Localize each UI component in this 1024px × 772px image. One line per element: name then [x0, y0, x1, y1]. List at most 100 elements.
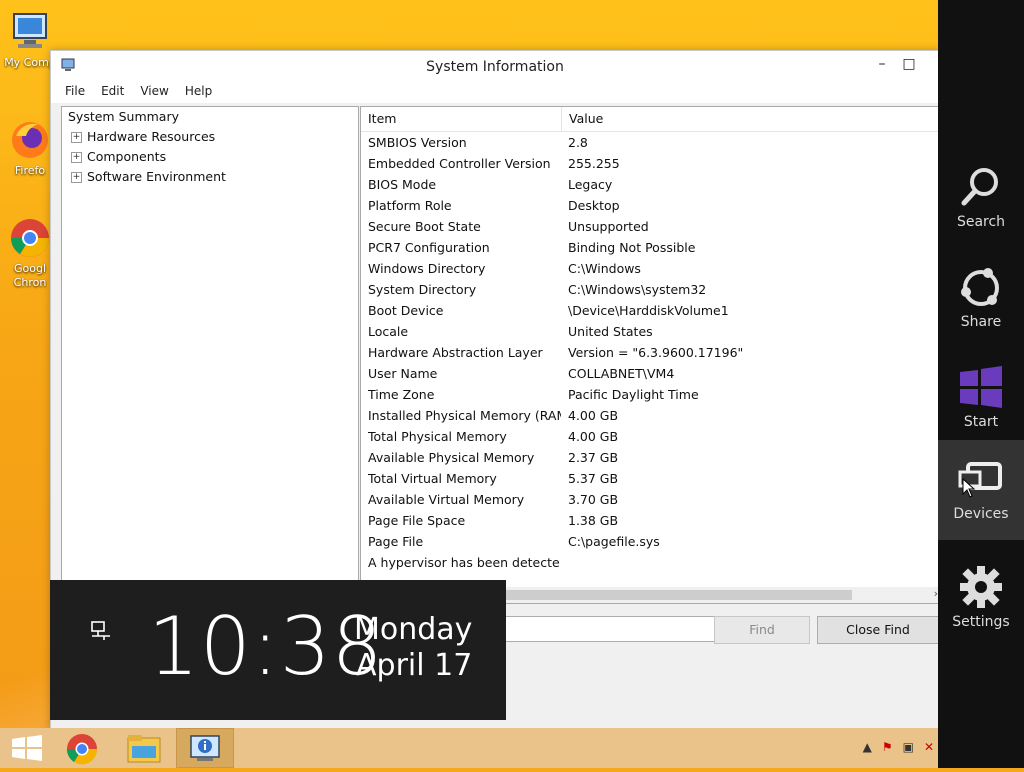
network-tray-icon[interactable]: ▣ — [903, 740, 914, 754]
start-button[interactable] — [0, 728, 56, 768]
find-button[interactable]: Find — [714, 616, 810, 644]
row-item: BIOS Mode — [368, 177, 437, 192]
menu-view[interactable]: View — [132, 81, 176, 103]
row-item: Embedded Controller Version — [368, 156, 551, 171]
show-hidden-icons-icon[interactable]: ▲ — [863, 740, 872, 754]
table-row[interactable]: Installed Physical Memory (RAM) 4.00 GB — [361, 405, 939, 426]
volume-muted-icon[interactable]: ✕ — [924, 740, 934, 754]
list-rows: SMBIOS Version 2.8 Embedded Controller Ver… — [361, 132, 939, 573]
table-row[interactable]: Available Virtual Memory 3.70 GB — [361, 489, 939, 510]
search-icon — [961, 168, 998, 206]
row-item: User Name — [368, 366, 438, 381]
table-row[interactable]: System Directory C:\Windows\system32 — [361, 279, 939, 300]
clock-date: April 17 — [356, 648, 473, 683]
charm-settings[interactable]: Settings — [938, 550, 1024, 650]
row-item: Installed Physical Memory (RAM) — [368, 408, 561, 423]
table-row[interactable]: Locale United States — [361, 321, 939, 342]
expand-icon[interactable]: + — [71, 172, 82, 183]
table-row[interactable]: A hypervisor has been detecte... — [361, 552, 939, 573]
row-value: United States — [568, 324, 653, 339]
table-row[interactable]: Page File Space 1.38 GB — [361, 510, 939, 531]
charm-devices[interactable]: Devices — [938, 440, 1024, 540]
action-center-flag-icon[interactable]: ⚑ — [882, 740, 893, 754]
table-row[interactable]: SMBIOS Version 2.8 — [361, 132, 939, 153]
menu-bar: File Edit View Help — [51, 81, 939, 103]
menu-help[interactable]: Help — [177, 81, 220, 103]
row-item: Windows Directory — [368, 261, 486, 276]
table-row[interactable]: Embedded Controller Version 255.255 — [361, 153, 939, 174]
table-row[interactable]: BIOS Mode Legacy — [361, 174, 939, 195]
row-item: Boot Device — [368, 303, 444, 318]
row-value: Pacific Daylight Time — [568, 387, 699, 402]
charm-share[interactable]: Share — [938, 250, 1024, 350]
row-value: C:\Windows\system32 — [568, 282, 707, 297]
computer-icon — [8, 10, 52, 54]
mouse-cursor-icon — [962, 477, 976, 501]
row-item: Total Physical Memory — [368, 429, 507, 444]
row-value: 255.255 — [568, 156, 620, 171]
table-row[interactable]: User Name COLLABNET\VM4 — [361, 363, 939, 384]
tree-item-hardware-resources[interactable]: + Hardware Resources — [62, 127, 358, 147]
charm-label: Search — [956, 214, 1006, 230]
windows-start-icon — [12, 735, 42, 761]
menu-file[interactable]: File — [57, 81, 93, 103]
row-value: Unsupported — [568, 219, 649, 234]
desktop-icon-label: Firefo — [14, 164, 46, 177]
row-value: Legacy — [568, 177, 613, 192]
table-row[interactable]: Page File C:\pagefile.sys — [361, 531, 939, 552]
gear-icon — [960, 566, 1002, 608]
charm-label: Devices — [953, 506, 1009, 522]
column-header-value[interactable]: Value — [562, 107, 603, 131]
row-value: 4.00 GB — [568, 408, 619, 423]
row-value: 4.00 GB — [568, 429, 619, 444]
row-value — [561, 552, 568, 573]
row-item: System Directory — [368, 282, 477, 297]
taskbar-file-explorer[interactable] — [116, 728, 172, 768]
row-value: 3.70 GB — [568, 492, 619, 507]
menu-edit[interactable]: Edit — [93, 81, 132, 103]
list-header: Item Value — [361, 107, 939, 132]
windows-logo-icon — [960, 366, 1002, 408]
table-row[interactable]: Time Zone Pacific Daylight Time — [361, 384, 939, 405]
row-item: Secure Boot State — [368, 219, 481, 234]
row-value: COLLABNET\VM4 — [568, 366, 675, 381]
taskbar-chrome[interactable] — [56, 728, 112, 768]
row-item: Available Physical Memory — [368, 450, 535, 465]
expand-icon[interactable]: + — [71, 132, 82, 143]
chrome-icon — [8, 216, 52, 260]
column-header-item[interactable]: Item — [361, 107, 562, 131]
tree-item-system-summary[interactable]: System Summary — [62, 107, 358, 127]
table-row[interactable]: Windows Directory C:\Windows — [361, 258, 939, 279]
row-value: C:\Windows — [568, 261, 641, 276]
minimize-button[interactable]: – — [871, 56, 893, 74]
expand-icon[interactable]: + — [71, 152, 82, 163]
table-row[interactable]: Total Virtual Memory 5.37 GB — [361, 468, 939, 489]
title-bar[interactable]: System Information – □ — [51, 51, 939, 81]
row-item: Page File — [368, 534, 424, 549]
table-row[interactable]: Secure Boot State Unsupported — [361, 216, 939, 237]
table-row[interactable]: Boot Device \Device\HarddiskVolume1 — [361, 300, 939, 321]
category-tree[interactable]: System Summary + Hardware Resources + Co… — [61, 106, 359, 588]
row-item: Page File Space — [368, 513, 466, 528]
share-icon — [961, 268, 999, 306]
row-item: SMBIOS Version — [368, 135, 467, 150]
charm-label: Settings — [952, 614, 1010, 630]
charm-search[interactable]: Search — [938, 150, 1024, 250]
find-what-input[interactable] — [501, 616, 731, 642]
tree-item-components[interactable]: + Components — [62, 147, 358, 167]
row-value: C:\pagefile.sys — [568, 534, 660, 549]
details-list[interactable]: Item Value SMBIOS Version 2.8 Embedded Con… — [360, 106, 940, 604]
table-row[interactable]: Platform Role Desktop — [361, 195, 939, 216]
row-value: 2.8 — [568, 135, 588, 150]
table-row[interactable]: Available Physical Memory 2.37 GB — [361, 447, 939, 468]
table-row[interactable]: Total Physical Memory 4.00 GB — [361, 426, 939, 447]
close-find-button[interactable]: Close Find — [817, 616, 939, 644]
maximize-button[interactable]: □ — [898, 56, 920, 74]
table-row[interactable]: Hardware Abstraction Layer Version = "6.3… — [361, 342, 939, 363]
charm-start[interactable]: Start — [938, 350, 1024, 450]
charm-label: Start — [963, 414, 999, 430]
row-value: 2.37 GB — [568, 450, 619, 465]
taskbar-system-information[interactable] — [176, 728, 234, 768]
tree-item-software-environment[interactable]: + Software Environment — [62, 167, 358, 187]
table-row[interactable]: PCR7 Configuration Binding Not Possible — [361, 237, 939, 258]
